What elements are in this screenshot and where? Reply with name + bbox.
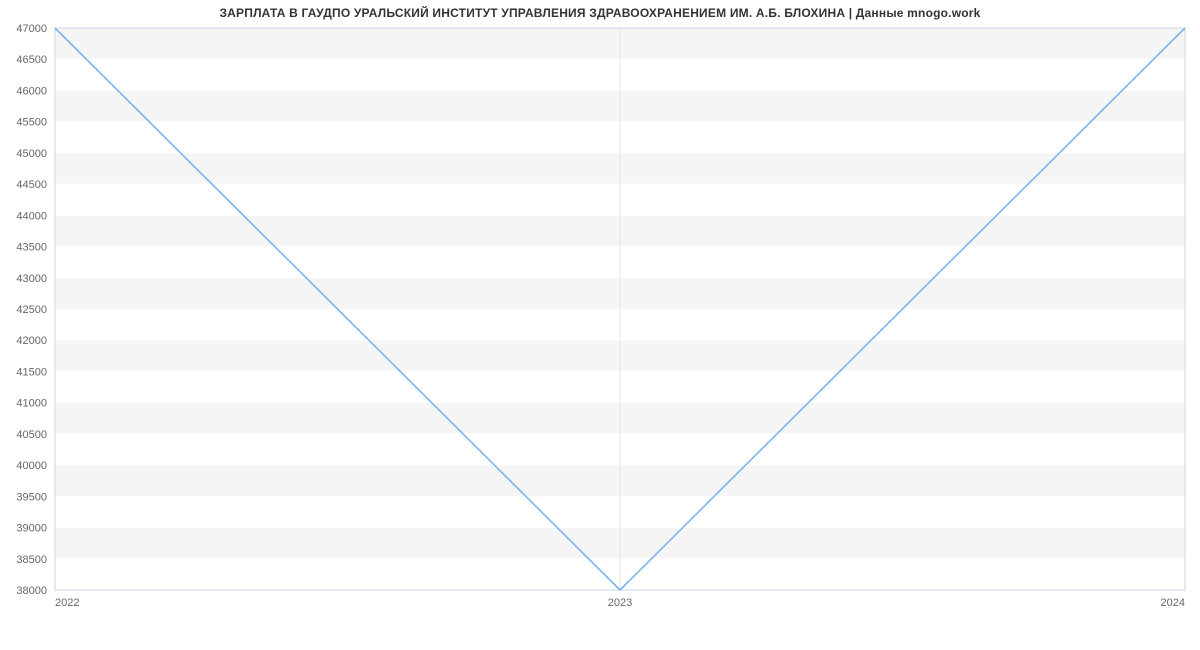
y-tick-label: 40000 (16, 460, 47, 472)
y-tick-label: 45000 (16, 148, 47, 160)
y-tick-label: 38000 (16, 585, 47, 597)
chart-plot: 38000 38500 39000 39500 40000 40500 41000 41500… (0, 0, 1200, 650)
salary-chart: ЗАРПЛАТА В ГАУДПО УРАЛЬСКИЙ ИНСТИТУТ УПР… (0, 0, 1200, 650)
x-tick-label: 2024 (1161, 597, 1185, 609)
y-tick-label: 41500 (16, 366, 47, 378)
x-tick-label: 2023 (608, 597, 632, 609)
y-tick-label: 43500 (16, 242, 47, 254)
x-tick-label: 2022 (55, 597, 79, 609)
y-tick-label: 46500 (16, 54, 47, 66)
chart-title: ЗАРПЛАТА В ГАУДПО УРАЛЬСКИЙ ИНСТИТУТ УПР… (0, 6, 1200, 20)
y-tick-label: 46000 (16, 85, 47, 97)
y-tick-label: 40500 (16, 429, 47, 441)
y-tick-label: 47000 (16, 23, 47, 35)
y-tick-label: 44500 (16, 179, 47, 191)
y-tick-label: 39500 (16, 491, 47, 503)
y-tick-label: 38500 (16, 554, 47, 566)
y-tick-label: 43000 (16, 273, 47, 285)
y-tick-label: 42000 (16, 335, 47, 347)
y-tick-label: 44000 (16, 210, 47, 222)
y-tick-label: 42500 (16, 304, 47, 316)
y-tick-label: 39000 (16, 523, 47, 535)
y-tick-label: 45500 (16, 117, 47, 129)
y-tick-label: 41000 (16, 398, 47, 410)
